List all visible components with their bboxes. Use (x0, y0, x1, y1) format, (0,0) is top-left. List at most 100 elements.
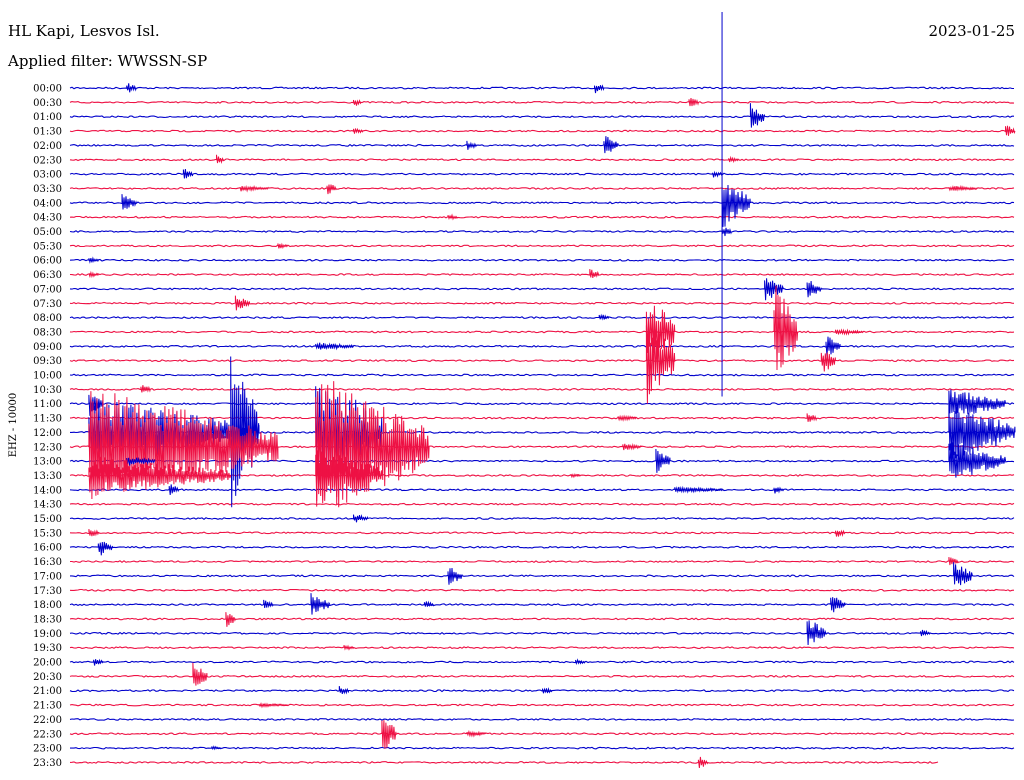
seismic-event (126, 83, 137, 93)
trace-row (69, 531, 1015, 535)
seismic-event (830, 597, 846, 613)
seismic-event (598, 313, 610, 321)
seismic-event (674, 485, 723, 494)
trace-row (69, 129, 1015, 133)
seismic-event (93, 658, 104, 666)
time-label: 06:30 (33, 270, 62, 281)
seismic-event (697, 756, 709, 769)
time-label: 10:00 (33, 371, 62, 382)
trace-row (69, 187, 1015, 190)
time-label: 09:00 (33, 342, 62, 353)
seismic-event (258, 702, 288, 709)
time-label: 01:30 (33, 127, 62, 138)
time-label: 07:00 (33, 284, 62, 295)
seismic-event (575, 658, 586, 666)
seismic-event (353, 99, 362, 106)
seismic-event (806, 620, 827, 646)
seismic-event (721, 184, 751, 227)
time-label: 08:30 (33, 327, 62, 338)
seismic-event (825, 336, 841, 358)
time-label: 08:00 (33, 313, 62, 324)
trace-row (69, 100, 1015, 104)
trace-row (69, 344, 1015, 348)
seismic-event (353, 513, 369, 523)
seismic-event (655, 448, 671, 473)
trace-row (69, 660, 1015, 664)
seismic-event (749, 103, 766, 128)
trace-row (69, 603, 1015, 607)
time-label: 05:30 (33, 241, 62, 252)
trace-row (69, 732, 1015, 736)
time-label: 04:30 (33, 213, 62, 224)
seismic-event (225, 612, 236, 627)
trace-row (69, 488, 1015, 492)
trace-row (69, 244, 1015, 248)
seismic-event (466, 729, 487, 738)
trace-row (69, 258, 1015, 262)
trace-row (69, 373, 1015, 377)
time-label: 19:30 (33, 643, 62, 654)
seismic-event (140, 385, 151, 393)
trace-row (69, 402, 1015, 406)
trace-row (69, 617, 1014, 621)
time-label: 05:00 (33, 227, 62, 238)
time-label: 20:00 (33, 658, 62, 669)
time-label: 15:00 (33, 514, 62, 525)
seismic-event (447, 567, 463, 585)
trace-row (69, 115, 1014, 119)
time-label: 16:00 (33, 543, 62, 554)
trace-row (69, 387, 1015, 391)
seismic-event (192, 662, 208, 686)
seismic-event (806, 413, 818, 422)
seismic-event (466, 140, 477, 150)
time-label: 19:00 (33, 629, 62, 640)
time-label: 04:00 (33, 198, 62, 209)
time-label: 18:00 (33, 600, 62, 611)
time-label: 21:30 (33, 701, 62, 712)
seismic-event (712, 170, 723, 178)
trace-row (69, 631, 1015, 635)
seismic-event (263, 599, 274, 609)
trace-row (69, 330, 1015, 334)
seismic-event (343, 644, 354, 651)
time-label: 17:00 (33, 571, 62, 582)
trace-row (69, 158, 1015, 162)
time-label: 01:00 (33, 112, 62, 123)
seismic-event (589, 269, 600, 278)
seismic-event (835, 328, 865, 336)
time-label: 03:00 (33, 170, 62, 181)
trace-row (69, 301, 1015, 305)
time-label: 23:30 (33, 758, 62, 769)
seismic-event (1005, 125, 1016, 136)
seismic-event (542, 687, 553, 694)
trace-row (69, 201, 1015, 205)
seismic-event (622, 442, 643, 451)
time-label: 12:30 (33, 442, 62, 453)
seismic-event (315, 342, 354, 351)
time-label: 03:30 (33, 184, 62, 195)
trace-row (69, 717, 1015, 721)
trace-row (69, 230, 1015, 233)
time-label: 22:30 (33, 729, 62, 740)
seismic-event (920, 629, 931, 637)
seismic-event (310, 593, 331, 615)
time-label: 02:30 (33, 155, 62, 166)
trace-row (69, 674, 1015, 678)
seismic-event (338, 686, 350, 695)
trace-row (69, 703, 1015, 707)
seismic-event (88, 256, 99, 264)
time-label: 14:00 (33, 485, 62, 496)
seismic-event (820, 352, 836, 372)
time-label: 02:00 (33, 141, 62, 152)
seismic-event (423, 600, 435, 608)
seismic-event (773, 285, 799, 371)
time-label: 23:00 (33, 744, 62, 755)
trace-row (70, 560, 1015, 563)
seismic-event (835, 529, 846, 537)
seismic-event (97, 541, 113, 556)
trace-row (69, 316, 1015, 320)
helicorder-chart: HL Kapi, Lesvos Isl. 2023-01-25 Applied … (7, 12, 1016, 769)
chart-title: HL Kapi, Lesvos Isl. (8, 22, 160, 40)
trace-row (69, 502, 1015, 506)
trace-row (69, 459, 1015, 463)
